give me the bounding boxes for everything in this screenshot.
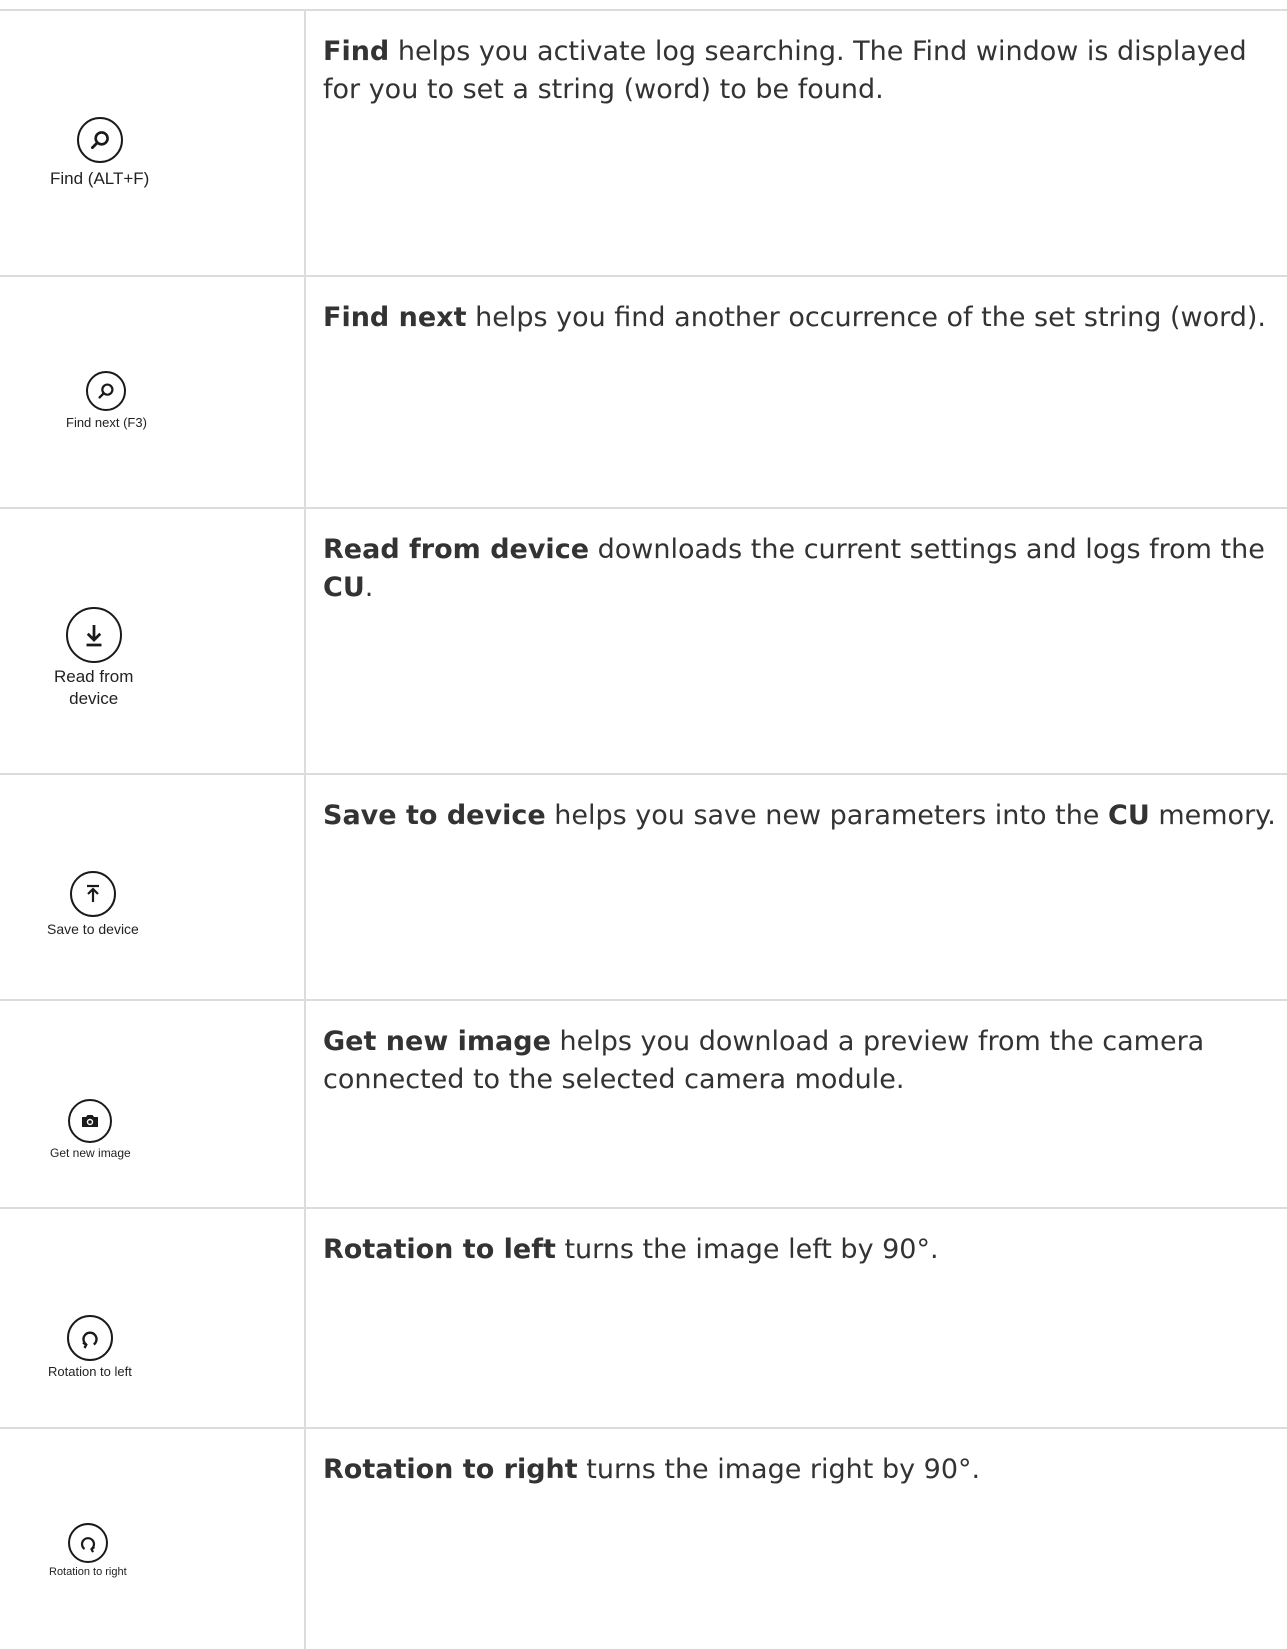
table-row-get-new-image: Get new image Get new image helps you do… [0, 1001, 1287, 1209]
description-text: helps you activate log searching. The Fi… [323, 36, 1247, 105]
icon-cell: Rotation to left [0, 1209, 306, 1427]
find-button[interactable]: Find (ALT+F) [50, 117, 149, 189]
description-title: Find [323, 36, 390, 67]
search-icon [98, 383, 114, 399]
rotation-left-button-label: Rotation to left [48, 1364, 132, 1379]
description-text: downloads the current settings and logs … [589, 534, 1265, 565]
read-from-device-button[interactable]: Read from device [54, 607, 133, 710]
description-text: turns the image right by 90°. [577, 1454, 981, 1485]
label-line: Read from [54, 667, 134, 686]
description-text: turns the image left by 90°. [555, 1234, 939, 1265]
save-to-device-button-circle [69, 871, 116, 917]
icon-cell: Read from device [0, 509, 306, 773]
icon-cell: Find (ALT+F) [0, 11, 306, 275]
cu-term: CU [323, 572, 365, 603]
toolbar-buttons-table: Find (ALT+F) Find helps you activate log… [0, 9, 1287, 1649]
upload-icon [86, 884, 99, 902]
description-text-end: . [364, 572, 374, 603]
find-button-label: Find (ALT+F) [50, 169, 150, 188]
description-text-end: memory. [1149, 800, 1276, 831]
table-row-rotation-left: Rotation to left Rotation to left turns … [0, 1209, 1287, 1429]
description-cell: Find helps you activate log searching. T… [306, 11, 1287, 275]
rotate-right-icon [80, 1537, 95, 1553]
get-new-image-button-circle [68, 1099, 113, 1143]
description-title: Save to device [323, 800, 546, 831]
table-row-read-from-device: Read from device Read from device downlo… [0, 509, 1287, 775]
get-new-image-button[interactable]: Get new image [50, 1099, 131, 1160]
table-row-save-to-device: Save to device Save to device helps you … [0, 775, 1287, 1001]
camera-icon [82, 1115, 99, 1127]
find-next-button-circle [86, 371, 127, 411]
icon-cell: Find next (F3) [0, 277, 306, 507]
description-cell: Save to device helps you save new parame… [306, 775, 1287, 999]
description-text: helps you save new parameters into the [545, 800, 1109, 831]
table-row-rotation-right: Rotation to right Rotation to right turn… [0, 1429, 1287, 1649]
description-title: Rotation to left [323, 1234, 556, 1265]
description-title: Get new image [323, 1026, 551, 1057]
get-new-image-button-label: Get new image [50, 1146, 131, 1160]
description-text: helps you find another occurrence of the… [466, 302, 1266, 333]
read-from-device-button-circle [65, 607, 122, 663]
rotation-left-button-circle [66, 1315, 113, 1361]
find-button-circle [76, 117, 123, 163]
rotation-right-button[interactable]: Rotation to right [49, 1523, 127, 1578]
icon-cell: Rotation to right [0, 1429, 306, 1649]
search-icon [90, 131, 109, 149]
rotation-left-button[interactable]: Rotation to left [48, 1315, 132, 1379]
download-icon [86, 625, 102, 647]
description-title: Read from device [323, 534, 590, 565]
description-cell: Read from device downloads the current s… [306, 509, 1287, 773]
label-line: device [69, 689, 119, 708]
description-cell: Find next helps you find another occurre… [306, 277, 1287, 507]
description-title: Rotation to right [323, 1454, 578, 1485]
icon-cell: Save to device [0, 775, 306, 999]
rotation-right-button-circle [67, 1523, 108, 1563]
save-to-device-button[interactable]: Save to device [47, 871, 139, 937]
find-next-button-label: Find next (F3) [66, 415, 147, 430]
description-cell: Rotation to left turns the image left by… [306, 1209, 1287, 1427]
rotation-right-button-label: Rotation to right [49, 1566, 127, 1578]
rotate-left-icon [82, 1331, 98, 1349]
cu-term: CU [1108, 800, 1150, 831]
description-cell: Rotation to right turns the image right … [306, 1429, 1287, 1649]
icon-cell: Get new image [0, 1001, 306, 1207]
table-row-find: Find (ALT+F) Find helps you activate log… [0, 11, 1287, 277]
read-from-device-button-label: Read from device [54, 666, 133, 710]
save-to-device-button-label: Save to device [47, 921, 139, 937]
table-row-find-next: Find next (F3) Find next helps you find … [0, 277, 1287, 509]
find-next-button[interactable]: Find next (F3) [66, 371, 147, 430]
description-title: Find next [323, 302, 467, 333]
description-cell: Get new image helps you download a previ… [306, 1001, 1287, 1207]
